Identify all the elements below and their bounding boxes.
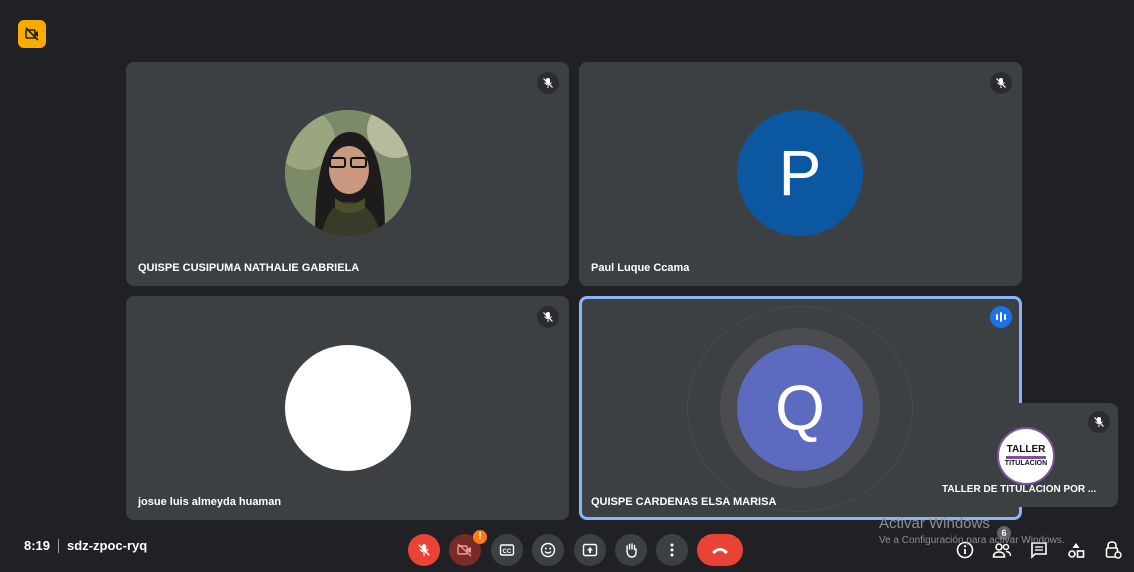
- participant-name: QUISPE CUSIPUMA NATHALIE GABRIELA: [138, 262, 360, 274]
- participant-avatar: P: [737, 110, 863, 236]
- meeting-code: sdz-zpoc-ryq: [67, 538, 148, 553]
- meeting-time: 8:19: [24, 538, 51, 553]
- host-controls-button[interactable]: [1101, 538, 1125, 562]
- more-vert-icon: [670, 543, 674, 557]
- camera-off-badge[interactable]: [18, 20, 46, 48]
- hand-icon: [626, 543, 637, 558]
- participant-name: josue luis almeyda huaman: [138, 496, 282, 508]
- camera-alert-badge: !: [473, 530, 487, 544]
- mic-toggle-button[interactable]: [408, 534, 440, 566]
- activities-button[interactable]: [1064, 538, 1088, 562]
- phone-hangup-icon: [712, 548, 728, 554]
- taller-logo: TALLER TITULACION: [997, 427, 1055, 485]
- participant-tile-2[interactable]: P Paul Luque Ccama: [579, 62, 1022, 286]
- watermark-title: Activar Windows: [879, 515, 990, 532]
- raise-hand-button[interactable]: [615, 534, 647, 566]
- participant-avatar: [285, 345, 411, 471]
- mic-off-icon: [990, 72, 1012, 94]
- participant-name: QUISPE CARDENAS ELSA MARISA: [591, 496, 777, 508]
- captions-button[interactable]: CC: [491, 534, 523, 566]
- participant-tile-3[interactable]: josue luis almeyda huaman: [126, 296, 569, 520]
- participant-name: Paul Luque Ccama: [591, 262, 690, 274]
- participant-tile-1[interactable]: QUISPE CUSIPUMA NATHALIE GABRIELA: [126, 62, 569, 286]
- watermark-subtitle: Ve a Configuración para activar Windows.: [879, 535, 1065, 546]
- svg-text:CC: CC: [503, 549, 512, 555]
- present-icon: [582, 543, 598, 557]
- mic-off-icon: [537, 306, 559, 328]
- mic-off-icon: [537, 72, 559, 94]
- participant-avatar: Q: [737, 345, 863, 471]
- captions-icon: CC: [499, 544, 515, 556]
- self-view-name: TALLER DE TITULACION POR ...: [942, 484, 1097, 495]
- meeting-info: 8:19 sdz-zpoc-ryq: [24, 538, 147, 553]
- shapes-icon: [1068, 543, 1085, 558]
- lock-person-icon: [1105, 541, 1122, 559]
- present-screen-button[interactable]: [574, 534, 606, 566]
- camera-off-icon: [25, 27, 39, 41]
- participant-photo: [285, 110, 411, 236]
- audio-wave-icon: [990, 306, 1012, 328]
- mic-off-icon: [1088, 411, 1110, 433]
- emoji-icon: [540, 542, 556, 558]
- mic-off-icon: [418, 544, 430, 556]
- more-options-button[interactable]: [656, 534, 688, 566]
- logo-text: TALLER: [1006, 443, 1046, 455]
- windows-activation-watermark: Activar Windows Ve a Configuración para …: [879, 515, 1065, 546]
- camera-off-icon: [457, 543, 472, 557]
- logo-subtext: TITULACION: [1004, 459, 1048, 467]
- divider: [58, 538, 60, 553]
- camera-toggle-button[interactable]: !: [449, 530, 487, 566]
- reactions-button[interactable]: [532, 534, 564, 566]
- leave-call-button[interactable]: [697, 534, 743, 566]
